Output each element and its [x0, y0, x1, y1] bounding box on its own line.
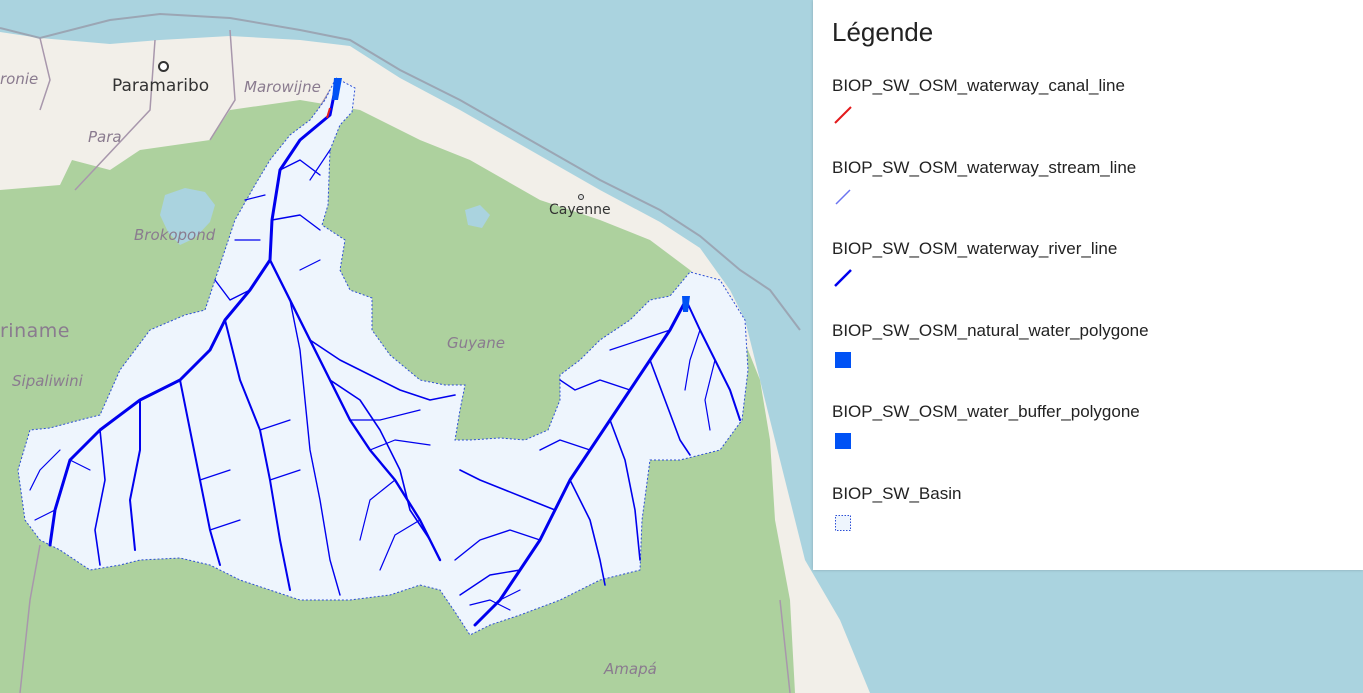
- river-line-icon: [834, 269, 852, 287]
- stream-line-icon: [835, 189, 851, 205]
- legend-item-natural-water-polygone: BIOP_SW_OSM_natural_water_polygone: [832, 321, 1149, 368]
- legend-label: BIOP_SW_Basin: [832, 484, 962, 503]
- place-amapa: Amapá: [604, 660, 657, 678]
- place-sipaliwini: Sipaliwini: [12, 372, 83, 390]
- legend-label: BIOP_SW_OSM_natural_water_polygone: [832, 321, 1149, 340]
- dotted-square-icon: [835, 515, 851, 531]
- red-line-icon: [834, 106, 852, 124]
- blue-square-icon: [835, 433, 851, 449]
- legend-item-water-buffer-polygone: BIOP_SW_OSM_water_buffer_polygone: [832, 402, 1140, 449]
- legend-panel: Légende BIOP_SW_OSM_waterway_canal_line …: [813, 0, 1363, 570]
- place-coronie: ronie: [0, 70, 39, 88]
- place-guyane: Guyane: [447, 334, 505, 352]
- legend-label: BIOP_SW_OSM_waterway_stream_line: [832, 158, 1137, 177]
- city-marker-cayenne: [578, 194, 584, 200]
- legend-item-stream-line: BIOP_SW_OSM_waterway_stream_line: [832, 158, 1137, 205]
- legend-title: Légende: [832, 17, 934, 47]
- legend-item-river-line: BIOP_SW_OSM_waterway_river_line: [832, 239, 1118, 287]
- place-cayenne: Cayenne: [549, 202, 611, 218]
- legend-label: BIOP_SW_OSM_water_buffer_polygone: [832, 402, 1140, 421]
- place-paramaribo: Paramaribo: [112, 76, 210, 96]
- place-suriname: riname: [0, 320, 70, 342]
- legend-label: BIOP_SW_OSM_waterway_river_line: [832, 239, 1118, 258]
- blue-square-icon: [835, 352, 851, 368]
- legend-item-canal-line: BIOP_SW_OSM_waterway_canal_line: [832, 76, 1125, 124]
- place-para: Para: [88, 128, 122, 146]
- legend-item-basin: BIOP_SW_Basin: [832, 484, 962, 531]
- legend-label: BIOP_SW_OSM_waterway_canal_line: [832, 76, 1125, 95]
- capital-marker-paramaribo: [158, 61, 169, 72]
- place-brokopondo: Brokopond: [134, 226, 216, 244]
- place-marowijne: Marowijne: [244, 78, 321, 96]
